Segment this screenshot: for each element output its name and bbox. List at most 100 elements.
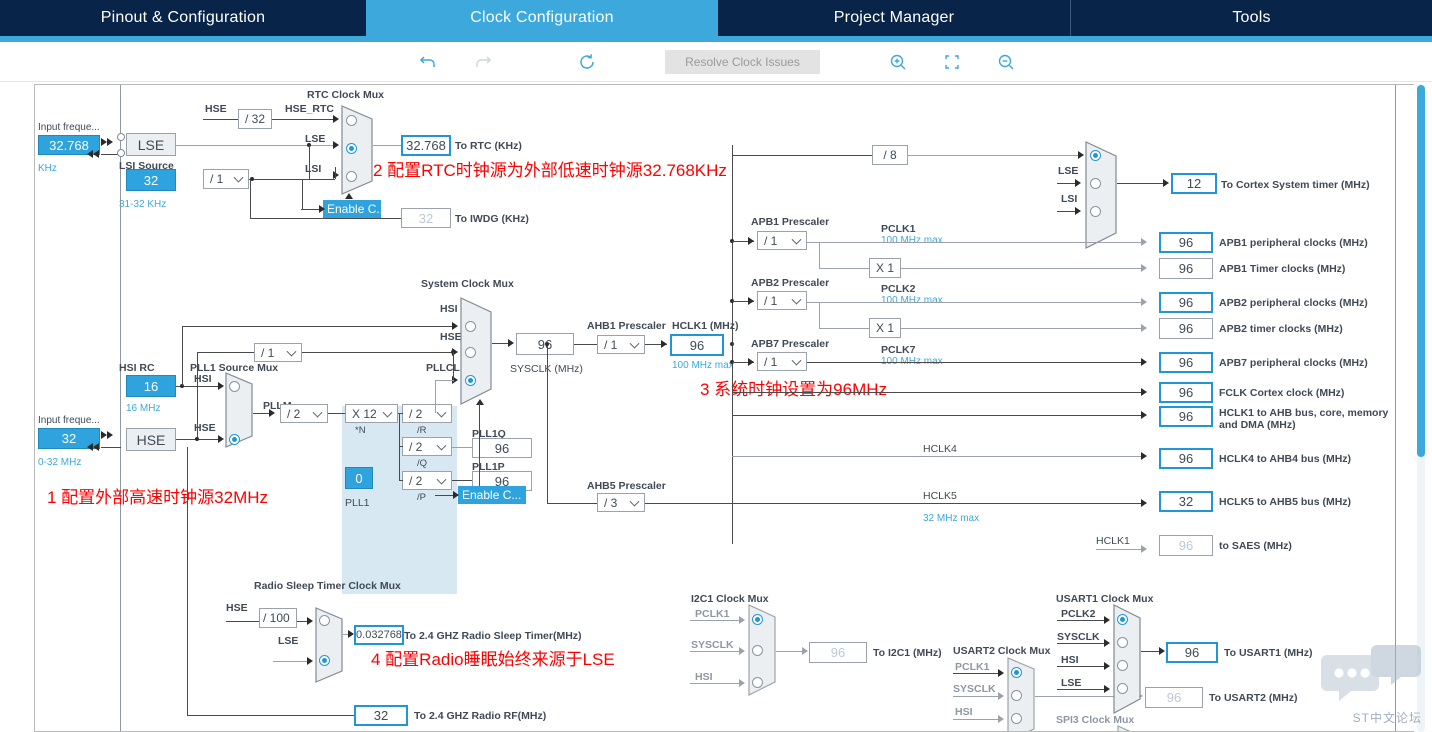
saes-src-label: HCLK1 <box>1096 535 1130 547</box>
usart2-mux-radio-hsi[interactable] <box>1011 713 1022 724</box>
apb1-timer-value[interactable]: 96 <box>1159 258 1213 279</box>
rtc-mux-radio-hse-rtc[interactable] <box>346 115 357 126</box>
arrow-sysclk-i2c1 <box>739 647 745 655</box>
resolve-clock-issues-button[interactable]: Resolve Clock Issues <box>665 50 820 74</box>
undo-icon[interactable] <box>415 50 441 74</box>
hclk4-ahb4-value[interactable]: 96 <box>1159 448 1213 469</box>
pllp-select[interactable]: / 2 <box>402 471 452 490</box>
redo-icon[interactable] <box>470 50 496 74</box>
apb1-timer-multiplier[interactable]: X 1 <box>869 258 901 278</box>
usart2-mux-radio-pclk1[interactable] <box>1011 667 1022 678</box>
cortex-mux-radio-hclk1div8[interactable] <box>1090 150 1101 161</box>
wire-sysclk-usart1 <box>1057 643 1108 644</box>
to-rtc-value[interactable]: 32.768 <box>401 135 451 156</box>
usart1-output-value[interactable]: 96 <box>1166 642 1218 663</box>
cortex-mux-radio-lsi[interactable] <box>1090 206 1101 217</box>
clock-tree-canvas[interactable]: Input freque... 32.768 KHz LSE LSI Sourc… <box>34 84 1414 732</box>
radio-sleep-mux-radio-hse[interactable] <box>319 615 330 626</box>
tab-pinout-configuration[interactable]: Pinout & Configuration <box>0 0 366 36</box>
wire-n-to-q <box>399 446 403 447</box>
pll1q-value[interactable]: 96 <box>472 438 532 458</box>
arrow-saes <box>1141 545 1147 553</box>
cortex-timer-value[interactable]: 12 <box>1171 173 1217 194</box>
zoom-out-icon[interactable] <box>993 50 1019 74</box>
pll1-fractional-field[interactable]: 0 <box>345 467 373 489</box>
pllm-select[interactable]: / 2 <box>280 404 328 423</box>
hclk1-ahb-bus-value[interactable]: 96 <box>1159 406 1213 427</box>
arrow-hsi-usart1 <box>1104 662 1110 670</box>
pll1-mux-radio-hse[interactable] <box>229 434 240 445</box>
spi3-clock-mux[interactable] <box>1117 725 1143 731</box>
apb2-timer-value[interactable]: 96 <box>1159 318 1213 339</box>
lse-pin-bottom <box>117 149 125 157</box>
fclk-cortex-value[interactable]: 96 <box>1159 382 1213 403</box>
pllm-value: / 2 <box>287 406 301 421</box>
rtc-mux-input-hse-rtc-label: HSE_RTC <box>285 103 335 115</box>
hsi-rc-field[interactable]: 16 <box>126 375 176 397</box>
sysclk-enable-css-button[interactable]: Enable C... <box>458 486 526 504</box>
i2c1-mux-radio-sysclk[interactable] <box>752 645 763 656</box>
sysmux-radio-hse[interactable] <box>465 347 476 358</box>
apb7-periph-value[interactable]: 96 <box>1159 352 1213 373</box>
arrow-i2c1-out <box>802 647 808 655</box>
hse-input-frequency-label: Input freque... <box>38 415 100 426</box>
lsi-divider-select[interactable]: / 1 <box>203 169 249 189</box>
tab-clock-configuration[interactable]: Clock Configuration <box>366 0 718 36</box>
radio-sleep-mux-radio-lse[interactable] <box>319 655 330 666</box>
cortex-div8[interactable]: / 8 <box>872 145 908 165</box>
rtc-enable-css-button[interactable]: Enable C... <box>323 200 381 218</box>
vertical-scrollbar-thumb[interactable] <box>1417 85 1425 457</box>
pllq-select[interactable]: / 2 <box>402 437 452 456</box>
wire-hse-down-branch <box>453 352 454 382</box>
pllr-select[interactable]: / 2 <box>402 404 452 423</box>
sysmux-radio-hsi[interactable] <box>465 321 476 332</box>
rtc-mux-radio-lsi[interactable] <box>346 171 357 182</box>
zoom-in-icon[interactable] <box>885 50 911 74</box>
tab-tools[interactable]: Tools <box>1071 0 1432 36</box>
apb7-prescaler-select[interactable]: / 1 <box>757 352 807 371</box>
apb1-periph-value[interactable]: 96 <box>1159 232 1213 253</box>
arrow-apb2-periph <box>1141 298 1147 306</box>
hclk5-ahb5-value[interactable]: 32 <box>1159 491 1213 512</box>
wire-css-sysclk <box>479 403 480 486</box>
ahb1-prescaler-select[interactable]: / 1 <box>597 335 645 354</box>
arrow-hsi-usart2 <box>998 715 1004 723</box>
usart1-mux-radio-pclk2[interactable] <box>1117 614 1128 625</box>
usart2-mux-radio-sysclk[interactable] <box>1011 690 1022 701</box>
usart1-mux-radio-sysclk[interactable] <box>1117 637 1128 648</box>
ahb5-prescaler-select[interactable]: / 3 <box>597 493 645 512</box>
cortex-mux-radio-lse[interactable] <box>1090 178 1101 189</box>
apb2-prescaler-select[interactable]: / 1 <box>757 291 807 310</box>
i2c1-mux-radio-hsi[interactable] <box>752 677 763 688</box>
wire-apb2-timer <box>901 328 1144 329</box>
radio-rf-value[interactable]: 32 <box>354 705 408 726</box>
radio-sleep-timer-value[interactable]: 0.032768 <box>354 625 404 645</box>
tab-project-manager[interactable]: Project Manager <box>718 0 1070 36</box>
apb2-timer-multiplier[interactable]: X 1 <box>869 318 901 338</box>
apb2-periph-value[interactable]: 96 <box>1159 292 1213 313</box>
annotation-4: 4 配置Radio睡眠始终来源于LSE <box>371 650 615 669</box>
lsi-source-field[interactable]: 32 <box>126 169 176 191</box>
apb1-prescaler-select[interactable]: / 1 <box>757 231 807 250</box>
wire-pclk2-branch <box>819 302 820 328</box>
chevron-down-icon <box>791 234 802 245</box>
usart1-mux-radio-hsi[interactable] <box>1117 660 1128 671</box>
rtc-mux-radio-lse[interactable] <box>346 143 357 154</box>
hse-button[interactable]: HSE <box>126 428 176 451</box>
arrow-lse-rtc <box>333 141 339 149</box>
hse-prediv-select[interactable]: / 1 <box>254 343 302 362</box>
arrow-apb2-in <box>748 297 754 305</box>
rtc-mux-input-lsi-label: LSI <box>305 163 322 175</box>
pll1-mux-radio-hsi[interactable] <box>229 381 240 392</box>
radio-hse-div100[interactable]: / 100 <box>259 608 297 628</box>
i2c1-mux-radio-pclk1[interactable] <box>752 614 763 625</box>
usart1-mux-radio-lse[interactable] <box>1117 683 1128 694</box>
fit-to-screen-icon[interactable] <box>939 50 965 74</box>
sysmux-radio-pllclk[interactable] <box>465 375 476 386</box>
hse-prediv-value: / 1 <box>261 345 275 360</box>
hse-rtc-divider[interactable]: / 32 <box>238 109 272 129</box>
lse-button[interactable]: LSE <box>126 133 176 156</box>
plln-select[interactable]: X 12 <box>345 404 398 423</box>
reset-icon[interactable] <box>574 50 600 74</box>
hclk1-value[interactable]: 96 <box>670 334 724 356</box>
